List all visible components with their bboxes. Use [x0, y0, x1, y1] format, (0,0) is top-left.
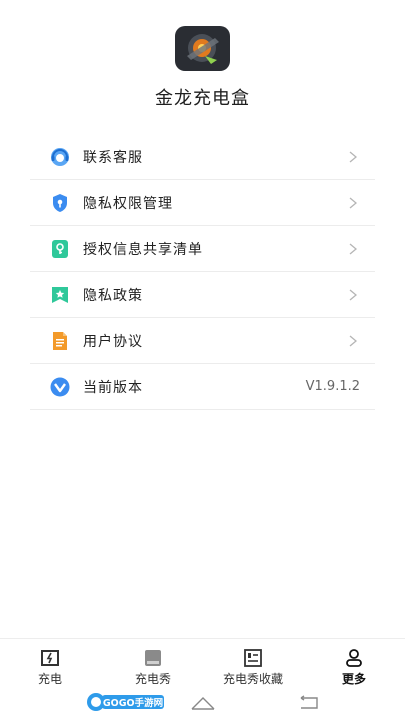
svg-text:GOGO手游网: GOGO手游网 [103, 697, 163, 709]
menu-item-label: 隐私权限管理 [83, 195, 173, 212]
privacy-shield-icon [53, 193, 67, 212]
chevron-right-icon [349, 243, 357, 254]
tab-favorites[interactable]: 充电秀收藏 [208, 639, 298, 687]
app-name: 金龙充电盒 [155, 88, 250, 109]
menu-item-customer-service[interactable]: 联系客服 [30, 134, 375, 180]
policy-bookmark-icon [52, 286, 68, 303]
menu-item-label: 联系客服 [83, 149, 143, 166]
system-nav-bar: GOGO手游网 [0, 686, 405, 720]
user-icon [346, 649, 362, 667]
bottom-tab-bar: 充电 充电秀 充电秀收藏 更多 [0, 638, 405, 687]
settings-menu: 联系客服 隐私权限管理 授权信息共享清单 隐私政策 用户协议 当前版本 V1.9… [30, 134, 375, 410]
menu-item-user-agreement[interactable]: 用户协议 [30, 318, 375, 364]
version-icon [50, 377, 70, 396]
favorites-icon [244, 649, 262, 667]
customer-service-icon [51, 147, 69, 166]
menu-item-label: 隐私政策 [83, 287, 143, 304]
app-logo [175, 26, 230, 71]
authorization-icon [52, 239, 68, 258]
chevron-right-icon [349, 151, 357, 162]
menu-item-privacy-policy[interactable]: 隐私政策 [30, 272, 375, 318]
home-nav-icon[interactable] [190, 694, 216, 712]
tab-label: 充电 [37, 672, 62, 686]
menu-item-authorization-list[interactable]: 授权信息共享清单 [30, 226, 375, 272]
chevron-right-icon [349, 197, 357, 208]
version-number: V1.9.1.2 [305, 379, 360, 394]
tab-label: 充电秀收藏 [222, 672, 283, 686]
menu-item-privacy-permissions[interactable]: 隐私权限管理 [30, 180, 375, 226]
menu-item-current-version: 当前版本 V1.9.1.2 [30, 364, 375, 410]
tab-charge-show[interactable]: 充电秀 [108, 639, 198, 687]
document-icon [53, 331, 67, 350]
tab-label: 更多 [341, 672, 366, 686]
watermark-logo: GOGO手游网 [87, 693, 164, 711]
chevron-right-icon [349, 289, 357, 300]
charge-icon [41, 650, 59, 666]
back-nav-icon[interactable] [298, 695, 320, 711]
tab-charge[interactable]: 充电 [5, 639, 95, 687]
menu-item-label: 用户协议 [83, 333, 143, 350]
menu-item-label: 当前版本 [83, 379, 143, 396]
tab-more[interactable]: 更多 [309, 639, 399, 687]
chevron-right-icon [349, 335, 357, 346]
tab-label: 充电秀 [134, 672, 171, 686]
charge-show-icon [145, 650, 161, 666]
menu-item-label: 授权信息共享清单 [83, 241, 203, 258]
